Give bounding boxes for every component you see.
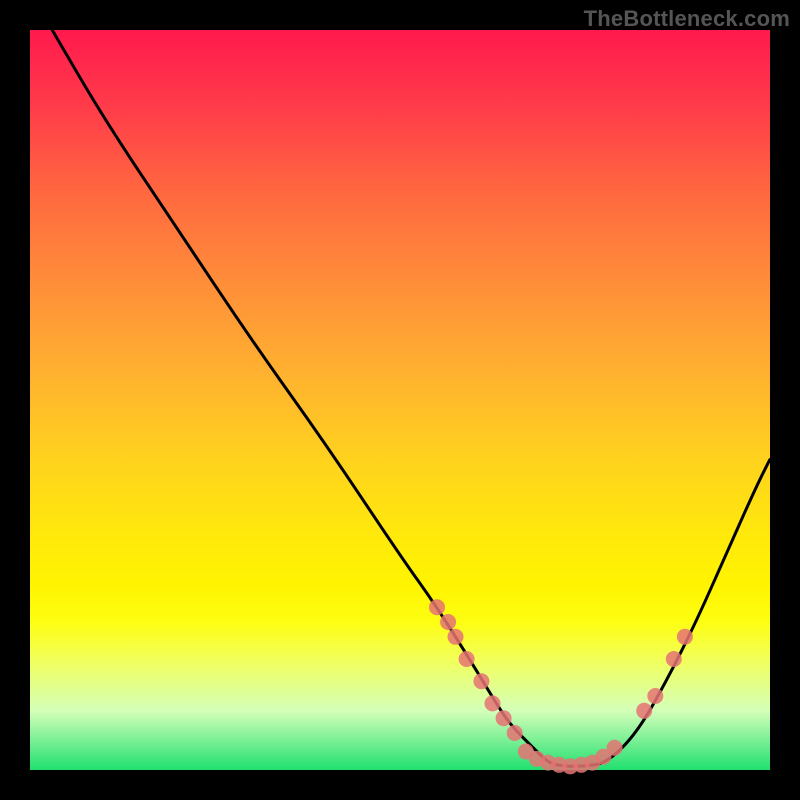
data-point: [496, 710, 512, 726]
data-point: [440, 614, 456, 630]
data-point: [429, 599, 445, 615]
curve-layer: [30, 30, 770, 770]
watermark-text: TheBottleneck.com: [584, 6, 790, 32]
data-point: [636, 703, 652, 719]
data-point: [647, 688, 663, 704]
data-point: [507, 725, 523, 741]
data-point: [473, 673, 489, 689]
data-point: [666, 651, 682, 667]
bottleneck-curve: [52, 30, 770, 766]
data-point: [485, 695, 501, 711]
data-points: [429, 599, 693, 774]
data-point: [677, 629, 693, 645]
data-point: [448, 629, 464, 645]
data-point: [607, 740, 623, 756]
chart-frame: TheBottleneck.com: [0, 0, 800, 800]
plot-area: [30, 30, 770, 770]
data-point: [459, 651, 475, 667]
